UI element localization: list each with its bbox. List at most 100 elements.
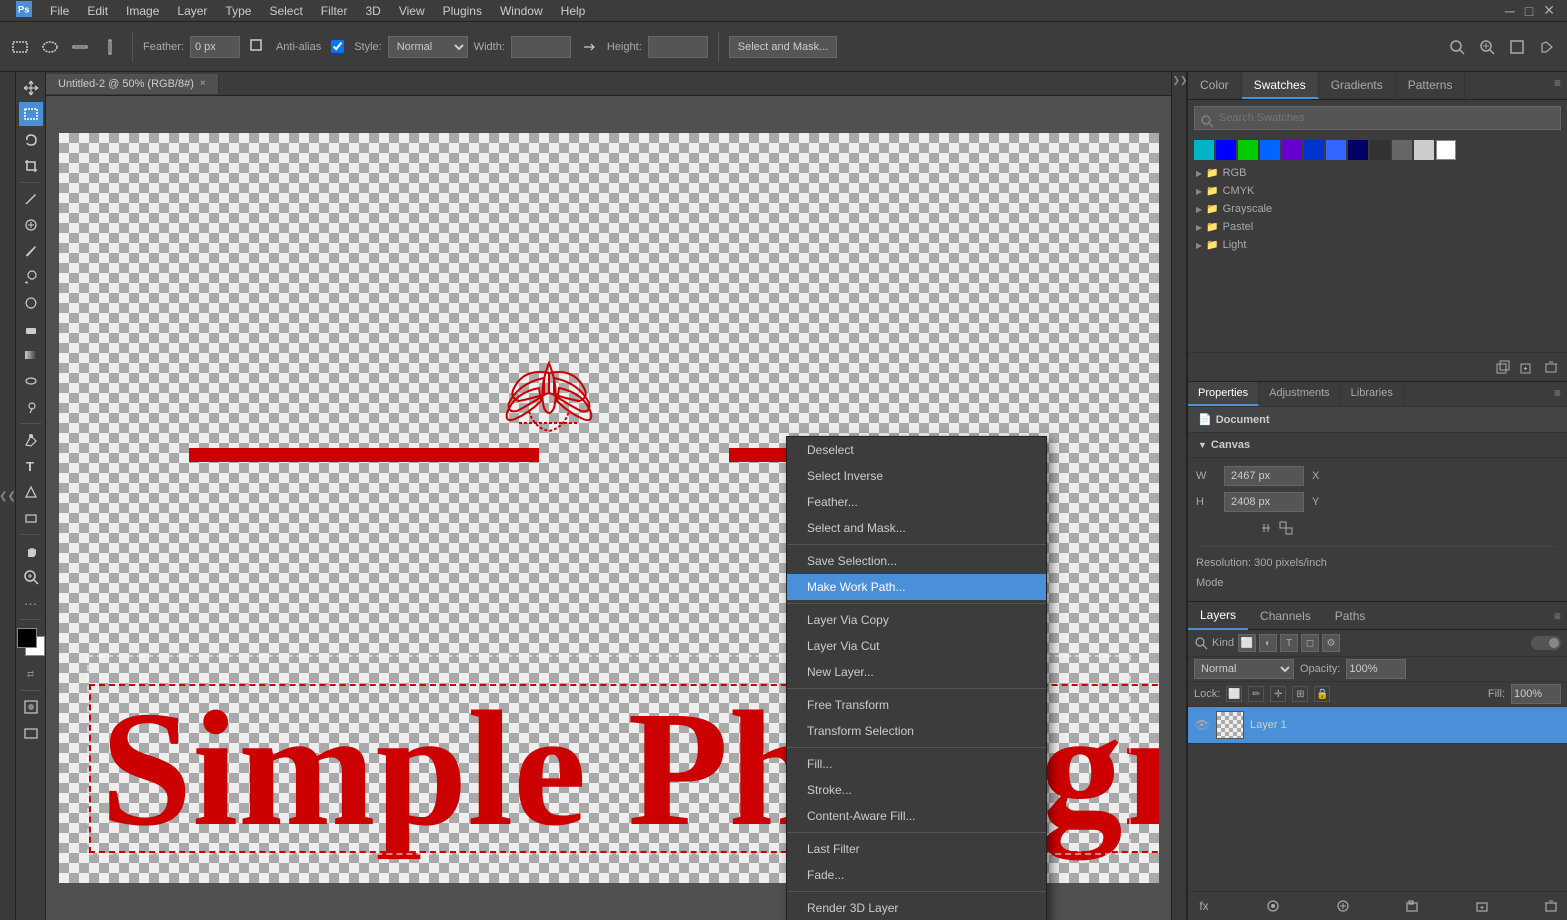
menu-view[interactable]: View <box>391 2 433 20</box>
ctx-layer-via-copy[interactable]: Layer Via Copy <box>787 607 1046 633</box>
swatch-group-grayscale[interactable]: ▶ 📁 Grayscale <box>1194 200 1561 218</box>
layer-item[interactable]: 👁 Layer 1 <box>1188 707 1567 744</box>
swatch-cyan[interactable] <box>1194 140 1214 160</box>
menu-help[interactable]: Help <box>553 2 594 20</box>
filter-toggle[interactable] <box>1531 636 1561 650</box>
canvas-x-input[interactable] <box>1340 466 1410 486</box>
lock-position-icon[interactable]: ✛ <box>1270 686 1286 702</box>
tab-paths[interactable]: Paths <box>1323 603 1378 629</box>
swatch-blue[interactable] <box>1216 140 1236 160</box>
ctx-new-layer[interactable]: New Layer... <box>787 659 1046 685</box>
ctx-stroke[interactable]: Stroke... <box>787 777 1046 803</box>
single-row-marquee-icon[interactable] <box>68 35 92 59</box>
swap-dimensions-icon[interactable] <box>577 35 601 59</box>
antialiase-checkbox[interactable] <box>331 40 344 53</box>
swatch-gray[interactable] <box>1392 140 1412 160</box>
tab-layers[interactable]: Layers <box>1188 602 1248 630</box>
gradient-tool[interactable] <box>19 343 43 367</box>
ctx-content-aware-fill[interactable]: Content-Aware Fill... <box>787 803 1046 829</box>
menu-select[interactable]: Select <box>261 2 310 20</box>
tab-channels[interactable]: Channels <box>1248 603 1323 629</box>
ctx-render-3d-layer[interactable]: Render 3D Layer <box>787 895 1046 920</box>
swatch-darkgray[interactable] <box>1370 140 1390 160</box>
properties-document-header[interactable]: 📄 Document <box>1188 407 1567 433</box>
select-and-mask-btn[interactable]: Select and Mask... <box>729 36 838 58</box>
fill-input[interactable] <box>1511 684 1561 704</box>
swatch-purple[interactable] <box>1282 140 1302 160</box>
ctx-deselect[interactable]: Deselect <box>787 437 1046 463</box>
marquee-ellipse-icon[interactable] <box>38 35 62 59</box>
swatch-navy[interactable] <box>1348 140 1368 160</box>
properties-menu-btn[interactable]: ≡ <box>1548 382 1567 406</box>
kind-type-icon[interactable]: T <box>1280 634 1298 652</box>
canvas-width-input[interactable] <box>1224 466 1304 486</box>
menu-plugins[interactable]: Plugins <box>435 2 490 20</box>
close-btn[interactable]: ✕ <box>1543 2 1555 19</box>
crop-tool[interactable] <box>19 154 43 178</box>
tab-swatches[interactable]: Swatches <box>1242 72 1319 99</box>
width-input[interactable] <box>511 36 571 58</box>
path-select-tool[interactable] <box>19 480 43 504</box>
single-col-marquee-icon[interactable] <box>98 35 122 59</box>
quick-mask-btn[interactable] <box>19 695 43 719</box>
menu-filter[interactable]: Filter <box>313 2 356 20</box>
zoom-icon[interactable] <box>1475 35 1499 59</box>
layer-visibility-icon[interactable]: 👁 <box>1194 717 1210 733</box>
ctx-fill[interactable]: Fill... <box>787 751 1046 777</box>
marquee-tool[interactable] <box>19 102 43 126</box>
shape-tool[interactable] <box>19 506 43 530</box>
ctx-save-selection[interactable]: Save Selection... <box>787 548 1046 574</box>
canvas-y-input[interactable] <box>1340 492 1410 512</box>
panel-menu-btn[interactable]: ≡ <box>1548 72 1567 99</box>
swatches-search-input[interactable] <box>1194 106 1561 130</box>
history-brush-tool[interactable] <box>19 291 43 315</box>
lasso-tool[interactable] <box>19 128 43 152</box>
new-selection-icon[interactable] <box>246 35 270 59</box>
ctx-free-transform[interactable]: Free Transform <box>787 692 1046 718</box>
style-select[interactable]: Normal <box>388 36 468 58</box>
menu-layer[interactable]: Layer <box>169 2 215 20</box>
minimize-btn[interactable]: ─ <box>1505 3 1515 19</box>
layers-add-adjustment-btn[interactable] <box>1333 896 1353 916</box>
lock-paint-icon[interactable]: ✏ <box>1248 686 1264 702</box>
feather-input[interactable] <box>190 36 240 58</box>
menu-file[interactable]: File <box>42 2 77 20</box>
blend-mode-select[interactable]: Normal <box>1194 659 1294 679</box>
properties-canvas-header[interactable]: ▼ Canvas <box>1188 433 1567 458</box>
move-tool[interactable] <box>19 76 43 100</box>
canvas-height-input[interactable] <box>1224 492 1304 512</box>
menu-ps[interactable]: Ps <box>8 0 40 22</box>
toolbox-expand[interactable]: ❮❮ <box>0 72 16 920</box>
screen-mode-btn[interactable] <box>19 721 43 745</box>
menu-type[interactable]: Type <box>217 2 259 20</box>
tab-properties[interactable]: Properties <box>1188 382 1259 406</box>
pen-tool[interactable] <box>19 428 43 452</box>
toggle-right-panel-btn[interactable]: ❯❯ <box>1172 72 1188 88</box>
menu-3d[interactable]: 3D <box>357 2 388 20</box>
swatches-new-group-btn[interactable] <box>1493 357 1513 377</box>
layers-add-group-btn[interactable] <box>1402 896 1422 916</box>
kind-pixel-icon[interactable]: ⬜ <box>1238 634 1256 652</box>
hand-tool[interactable] <box>19 539 43 563</box>
maximize-btn[interactable]: □ <box>1525 3 1533 19</box>
layers-add-fx-btn[interactable]: fx <box>1194 896 1214 916</box>
ctx-make-work-path[interactable]: Make Work Path... <box>787 574 1046 600</box>
toggle-colors-btn[interactable]: ⇄ <box>19 662 43 686</box>
height-input[interactable] <box>648 36 708 58</box>
tab-gradients[interactable]: Gradients <box>1319 72 1396 99</box>
ctx-select-inverse[interactable]: Select Inverse <box>787 463 1046 489</box>
layers-new-layer-btn[interactable] <box>1472 896 1492 916</box>
layers-menu-btn[interactable]: ≡ <box>1548 605 1567 627</box>
lock-transparency-icon[interactable]: ⬜ <box>1226 686 1242 702</box>
share-icon[interactable] <box>1535 35 1559 59</box>
resize-icon[interactable] <box>1505 35 1529 59</box>
swatch-white[interactable] <box>1436 140 1456 160</box>
menu-window[interactable]: Window <box>492 2 551 20</box>
swatches-delete-btn[interactable] <box>1541 357 1561 377</box>
lock-artboard-icon[interactable]: ⊞ <box>1292 686 1308 702</box>
tab-color[interactable]: Color <box>1188 72 1242 99</box>
search-icon[interactable] <box>1445 35 1469 59</box>
kind-adjust-icon[interactable]: ◐ <box>1259 634 1277 652</box>
document-tab[interactable]: Untitled-2 @ 50% (RGB/8#) × <box>46 74 219 94</box>
type-tool[interactable]: T <box>19 454 43 478</box>
